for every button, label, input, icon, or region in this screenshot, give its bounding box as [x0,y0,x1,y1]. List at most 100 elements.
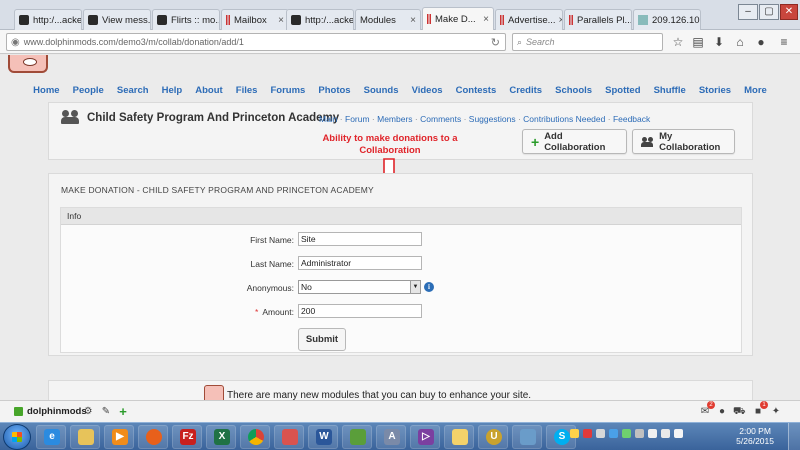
notification-icon[interactable]: ■ 1 [752,401,768,419]
chrome-icon[interactable] [240,425,270,449]
site-brand[interactable]: dolphinmods [14,406,87,417]
tray-icon[interactable] [596,429,605,438]
nav-photos[interactable]: Photos [318,85,350,96]
nav-contests[interactable]: Contests [456,85,497,96]
add-collaboration-button[interactable]: + Add Collaboration [522,129,627,154]
clock[interactable]: 2:00 PM 5/26/2015 [736,426,774,446]
nav-files[interactable]: Files [236,85,258,96]
tray-icon[interactable] [635,429,644,438]
browser-tab[interactable]: Modules × [355,9,421,30]
bookmark-star-icon[interactable]: ☆ [670,34,686,50]
browser-tab[interactable]: http:/...acker× [14,9,82,30]
browser-tab[interactable]: Parallels Pl...× [564,9,632,30]
download-icon[interactable]: ⬇ [711,34,727,50]
ultraedit-icon[interactable]: U [478,425,508,449]
browser-tab-active[interactable]: Make D... × [422,7,494,30]
close-tab-icon[interactable]: × [275,15,284,26]
url-bar[interactable]: ◉ www.dolphinmods.com/demo3/m/collab/don… [6,33,506,51]
submenu-main[interactable]: Main [319,114,337,124]
browser-tab[interactable]: View mess...× [83,9,151,30]
menu-icon[interactable]: ≡ [776,34,792,50]
file-explorer-icon[interactable] [70,425,100,449]
submenu-suggestions[interactable]: Suggestions [469,114,516,124]
start-button[interactable] [3,424,31,450]
image-icon [638,15,648,25]
edit-icon[interactable]: ✎ [100,405,112,419]
anonymous-select[interactable]: No ▼ [298,280,421,294]
submenu-forum[interactable]: Forum [345,114,370,124]
chat-icon[interactable]: ● [753,34,769,50]
close-tab-icon[interactable]: × [407,15,416,26]
nav-stories[interactable]: Stories [699,85,731,96]
browser-tab[interactable]: http:/...acker× [286,9,354,30]
nav-credits[interactable]: Credits [509,85,542,96]
tray-icon[interactable] [583,429,592,438]
first-name-label: First Name: [250,235,294,245]
nav-videos[interactable]: Videos [412,85,443,96]
paint-icon[interactable] [274,425,304,449]
tray-icon[interactable] [609,429,618,438]
parallels-icon [569,15,573,25]
first-name-field[interactable]: Site [298,232,422,246]
last-name-field[interactable]: Administrator [298,256,422,270]
search-input[interactable]: ⌕ Search [512,33,663,51]
notes-icon[interactable] [444,425,474,449]
browser-tab[interactable]: Advertise...× [495,9,563,30]
tools-icon[interactable] [512,425,542,449]
nav-search[interactable]: Search [117,85,149,96]
text-editor-icon[interactable]: A [376,425,406,449]
show-desktop-button[interactable] [788,423,800,450]
media-player-icon[interactable]: ▶ [104,425,134,449]
bookmarks-list-icon[interactable]: ▤ [690,34,706,50]
nav-more[interactable]: More [744,85,767,96]
dolphin-icon [19,15,29,25]
media-app-icon[interactable]: ▷ [410,425,440,449]
my-collaboration-button[interactable]: My Collaboration [632,129,735,154]
network-icon[interactable] [661,429,670,438]
home-icon[interactable]: ⌂ [732,34,748,50]
nav-people[interactable]: People [73,85,104,96]
internet-explorer-icon[interactable]: e [36,425,66,449]
account-icon[interactable]: ● [716,405,728,419]
nav-about[interactable]: About [195,85,222,96]
minimize-button[interactable]: – [738,4,758,20]
frog-app-icon[interactable] [342,425,372,449]
word-icon[interactable]: W [308,425,338,449]
nav-help[interactable]: Help [162,85,183,96]
submenu-feedback[interactable]: Feedback [613,114,650,124]
nav-spotted[interactable]: Spotted [605,85,640,96]
nav-schools[interactable]: Schools [555,85,592,96]
volume-icon[interactable] [674,429,683,438]
mail-icon[interactable]: ✉ 2 [699,401,715,419]
nav-forums[interactable]: Forums [270,85,305,96]
group-icon [641,136,654,147]
close-tab-icon[interactable]: × [556,15,562,26]
nav-shuffle[interactable]: Shuffle [654,85,686,96]
tray-icon[interactable] [570,429,579,438]
close-window-button[interactable]: ✕ [780,4,798,20]
submenu-contributions-needed[interactable]: Contributions Needed [523,114,605,124]
excel-icon[interactable]: X [206,425,236,449]
info-icon[interactable]: i [424,282,434,292]
submenu-members[interactable]: Members [377,114,412,124]
close-tab-icon[interactable]: × [480,14,489,25]
maximize-button[interactable]: ▢ [759,4,779,20]
user-avatar[interactable] [8,55,48,73]
firefox-icon[interactable] [138,425,168,449]
wrench-icon[interactable]: ✦ [770,405,782,419]
browser-tab[interactable]: Mailbox × [221,9,289,30]
tray-icon[interactable] [622,429,631,438]
browser-tab[interactable]: Flirts :: mo...× [152,9,220,30]
submit-button[interactable]: Submit [298,328,346,351]
add-icon[interactable]: + [117,405,129,419]
cart-icon[interactable]: ⛟ [733,405,746,419]
browser-tab[interactable]: 209.126.10...× [633,9,701,30]
flag-icon[interactable] [648,429,657,438]
filezilla-icon[interactable]: Fz [172,425,202,449]
refresh-icon[interactable]: ↻ [491,36,505,49]
amount-field[interactable]: 200 [298,304,422,318]
submenu-comments[interactable]: Comments [420,114,461,124]
nav-home[interactable]: Home [33,85,59,96]
nav-sounds[interactable]: Sounds [364,85,399,96]
gear-icon[interactable]: ⚙ [82,405,94,419]
